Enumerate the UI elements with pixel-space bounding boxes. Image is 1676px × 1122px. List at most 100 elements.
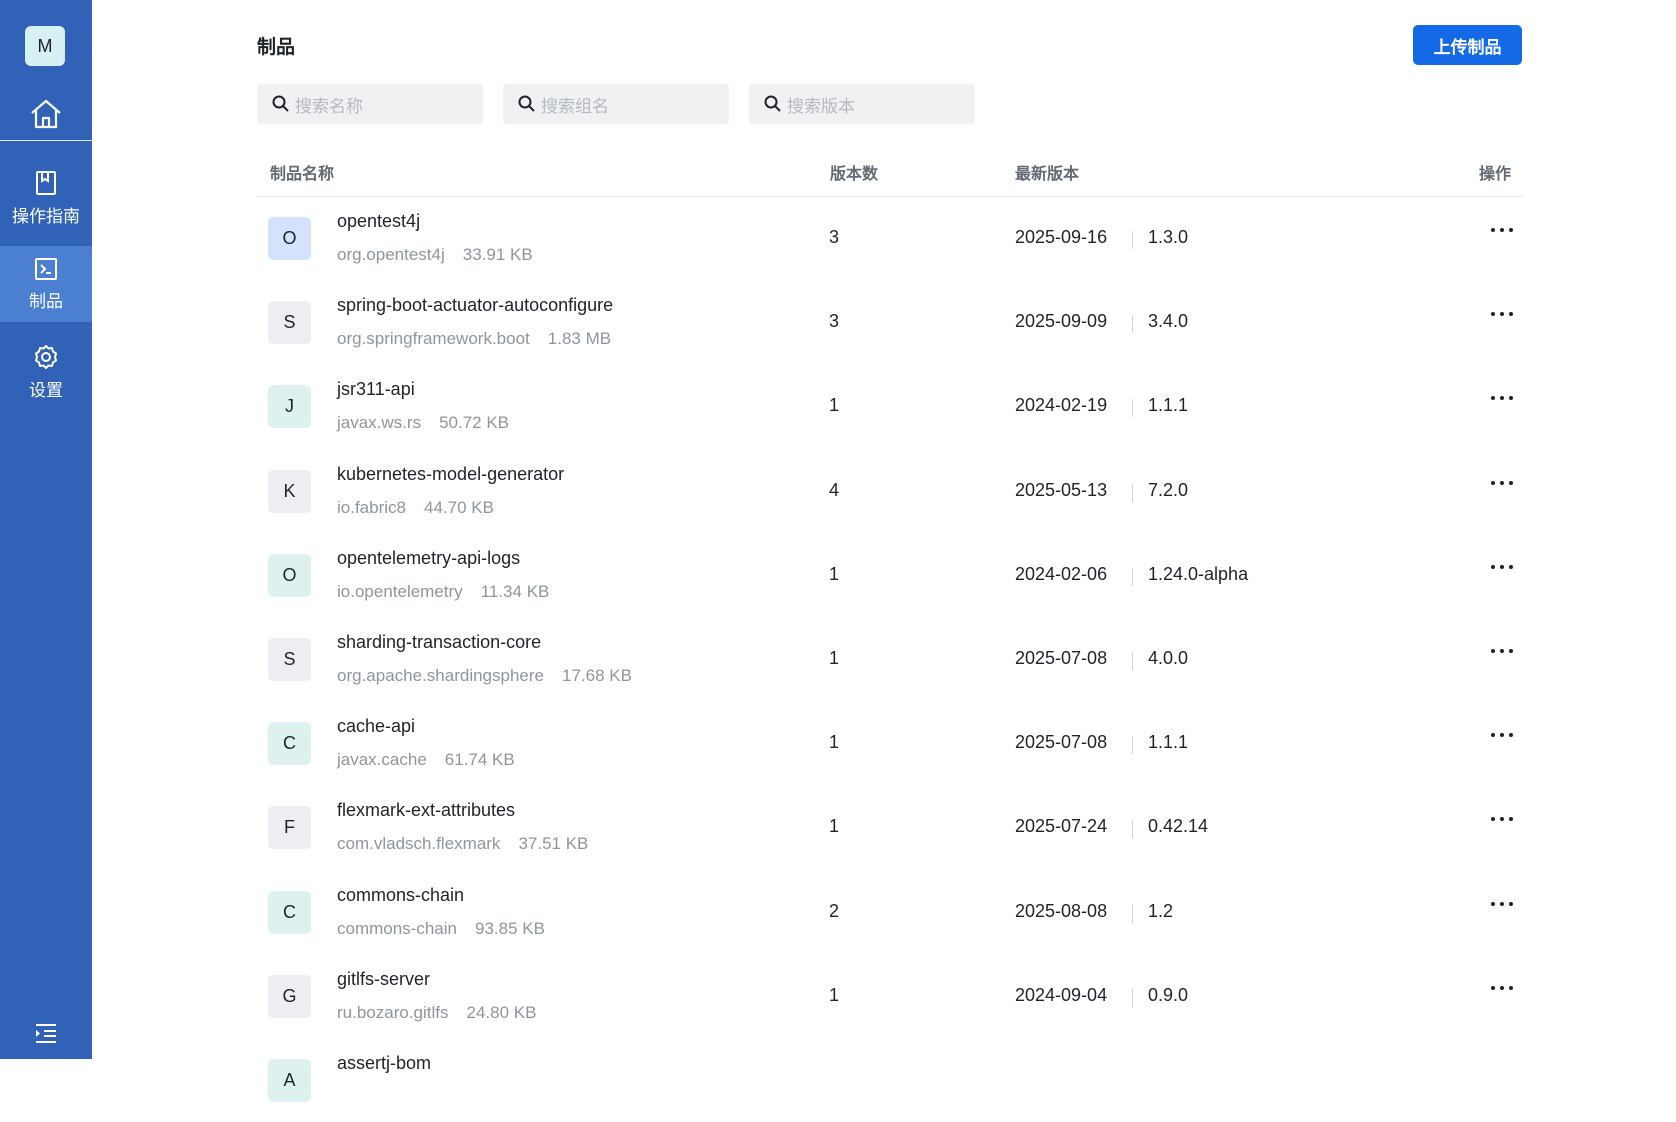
more-actions-button[interactable] bbox=[1487, 892, 1517, 916]
latest-version-date: 2025-07-08 bbox=[1015, 647, 1108, 668]
version-count: 3 bbox=[829, 311, 840, 332]
version-separator bbox=[1132, 315, 1133, 334]
artifact-name[interactable]: cache-api bbox=[337, 716, 415, 737]
artifact-meta: io.opentelemetry 11.34 KB bbox=[337, 582, 549, 602]
search-placeholder: 搜索版本 bbox=[787, 96, 855, 116]
column-header-version-count: 版本数 bbox=[830, 166, 879, 183]
artifact-avatar-letter: F bbox=[284, 817, 295, 838]
version-count: 4 bbox=[829, 479, 840, 500]
gear-icon bbox=[35, 344, 57, 369]
artifact-size: 11.34 KB bbox=[480, 581, 550, 601]
artifact-avatar: O bbox=[268, 217, 311, 260]
artifact-avatar-letter: C bbox=[283, 901, 296, 922]
artifact-meta: ru.bozaro.gitlfs 24.80 KB bbox=[337, 1003, 536, 1023]
artifact-avatar: K bbox=[268, 469, 311, 513]
artifact-name[interactable]: gitlfs-server bbox=[337, 969, 430, 990]
artifact-name[interactable]: opentelemetry-api-logs bbox=[337, 548, 520, 569]
artifact-avatar-letter: G bbox=[282, 985, 297, 1006]
latest-version-date: 2025-09-16 bbox=[1015, 227, 1108, 247]
artifact-group: io.opentelemetry bbox=[337, 581, 463, 601]
table-row[interactable]: Aassertj-bom bbox=[257, 1038, 1523, 1122]
artifact-meta: com.vladsch.flexmark 37.51 KB bbox=[337, 834, 588, 854]
artifact-name[interactable]: spring-boot-actuator-autoconfigure bbox=[337, 295, 613, 316]
more-actions-button[interactable] bbox=[1487, 639, 1517, 663]
version-count: 1 bbox=[829, 984, 840, 1005]
latest-version: 1.1.1 bbox=[1148, 395, 1189, 416]
sidebar-item-settings[interactable]: 设置 bbox=[0, 334, 92, 410]
version-separator bbox=[1132, 820, 1133, 839]
table-row[interactable]: Fflexmark-ext-attributes com.vladsch.flex… bbox=[257, 785, 1523, 869]
table-row[interactable]: Sspring-boot-actuator-autoconfigure org.s… bbox=[257, 280, 1523, 364]
search-group-input[interactable]: 搜索组名 bbox=[503, 84, 729, 124]
artifact-avatar-letter: A bbox=[283, 1069, 296, 1090]
book-icon bbox=[36, 170, 56, 195]
artifact-group: io.fabric8 bbox=[337, 497, 406, 517]
more-actions-button[interactable] bbox=[1487, 723, 1517, 747]
artifact-group: ru.bozaro.gitlfs bbox=[337, 1002, 449, 1022]
table-row[interactable]: Ccommons-chain commons-chain 93.85 KB 2 2025… bbox=[257, 870, 1523, 954]
search-placeholder: 搜索名称 bbox=[295, 96, 363, 116]
version-count: 1 bbox=[829, 732, 840, 753]
avatar[interactable]: M bbox=[25, 26, 65, 66]
sidebar-item-artifacts[interactable]: 制品 bbox=[0, 246, 92, 322]
upload-artifact-button[interactable]: 上传制品 bbox=[1413, 25, 1522, 65]
search-icon bbox=[763, 94, 783, 114]
nav-home[interactable] bbox=[0, 88, 92, 140]
artifact-size: 50.72 KB bbox=[439, 413, 510, 433]
version-count: 2 bbox=[829, 900, 840, 921]
more-icon bbox=[1491, 901, 1513, 906]
sidebar-item-label: 设置 bbox=[29, 380, 63, 400]
table-row[interactable]: Oopentelemetry-api-logs io.opentelemetry 1… bbox=[257, 533, 1523, 617]
artifact-name[interactable]: opentest4j bbox=[337, 211, 420, 232]
table-row[interactable]: Oopentest4j org.opentest4j 33.91 KB 3 2025-0… bbox=[257, 196, 1523, 280]
column-header-actions: 操作 bbox=[1479, 166, 1512, 183]
version-count: 1 bbox=[829, 563, 840, 584]
more-actions-button[interactable] bbox=[1487, 302, 1517, 326]
sidebar-divider bbox=[0, 140, 92, 141]
latest-version: 4.0.0 bbox=[1148, 647, 1189, 668]
artifact-meta bbox=[337, 1087, 355, 1107]
artifact-name[interactable]: flexmark-ext-attributes bbox=[337, 800, 515, 821]
artifact-avatar: O bbox=[268, 553, 311, 597]
more-actions-button[interactable] bbox=[1487, 807, 1517, 831]
sidebar-item-guide[interactable]: 操作指南 bbox=[0, 160, 92, 236]
artifact-name[interactable]: jsr311-api bbox=[337, 379, 415, 400]
artifact-avatar-letter: C bbox=[283, 733, 296, 754]
artifact-name[interactable]: assertj-bom bbox=[337, 1053, 431, 1074]
version-separator bbox=[1132, 904, 1133, 923]
table-row[interactable]: Ggitlfs-server ru.bozaro.gitlfs 24.80 KB 1 2… bbox=[257, 954, 1523, 1038]
artifact-group: org.springframework.boot bbox=[337, 329, 530, 349]
search-version-input[interactable]: 搜索版本 bbox=[749, 84, 975, 124]
more-actions-button[interactable] bbox=[1487, 218, 1517, 242]
more-icon bbox=[1491, 480, 1513, 485]
version-count: 1 bbox=[829, 395, 840, 416]
table-row[interactable]: Ssharding-transaction-core org.apache.sha… bbox=[257, 617, 1523, 701]
sidebar: M 操作指南 制品 设置 bbox=[0, 0, 92, 1059]
version-count: 1 bbox=[829, 816, 840, 837]
artifact-name[interactable]: sharding-transaction-core bbox=[337, 632, 541, 653]
table-row[interactable]: Ccache-api javax.cache 61.74 KB 1 2025-07-08… bbox=[257, 701, 1523, 785]
artifact-group: org.opentest4j bbox=[337, 245, 445, 264]
more-actions-button[interactable] bbox=[1487, 386, 1517, 410]
more-actions-button[interactable] bbox=[1487, 976, 1517, 1000]
latest-version: 1.3.0 bbox=[1148, 227, 1189, 247]
more-actions-button[interactable] bbox=[1487, 555, 1517, 579]
artifact-meta: org.opentest4j 33.91 KB bbox=[337, 245, 533, 265]
search-icon bbox=[271, 94, 291, 114]
terminal-icon bbox=[35, 257, 57, 280]
artifact-name[interactable]: kubernetes-model-generator bbox=[337, 464, 564, 485]
sidebar-collapse-button[interactable] bbox=[34, 1022, 58, 1049]
latest-version-date: 2025-08-08 bbox=[1015, 900, 1108, 921]
artifact-name[interactable]: commons-chain bbox=[337, 885, 464, 906]
latest-version: 0.9.0 bbox=[1148, 984, 1189, 1005]
table-row[interactable]: Kkubernetes-model-generator io.fabric8 44.… bbox=[257, 449, 1523, 533]
latest-version: 1.24.0-alpha bbox=[1148, 563, 1249, 584]
table-row[interactable]: Jjsr311-api javax.ws.rs 50.72 KB 1 2024-02-1… bbox=[257, 364, 1523, 448]
sidebar-item-label: 操作指南 bbox=[12, 206, 80, 226]
version-separator bbox=[1132, 567, 1133, 586]
artifact-meta: io.fabric8 44.70 KB bbox=[337, 498, 494, 518]
more-actions-button[interactable] bbox=[1487, 471, 1517, 495]
artifact-avatar: F bbox=[268, 806, 311, 850]
search-name-input[interactable]: 搜索名称 bbox=[257, 84, 483, 124]
artifact-meta: javax.ws.rs 50.72 KB bbox=[337, 413, 509, 433]
